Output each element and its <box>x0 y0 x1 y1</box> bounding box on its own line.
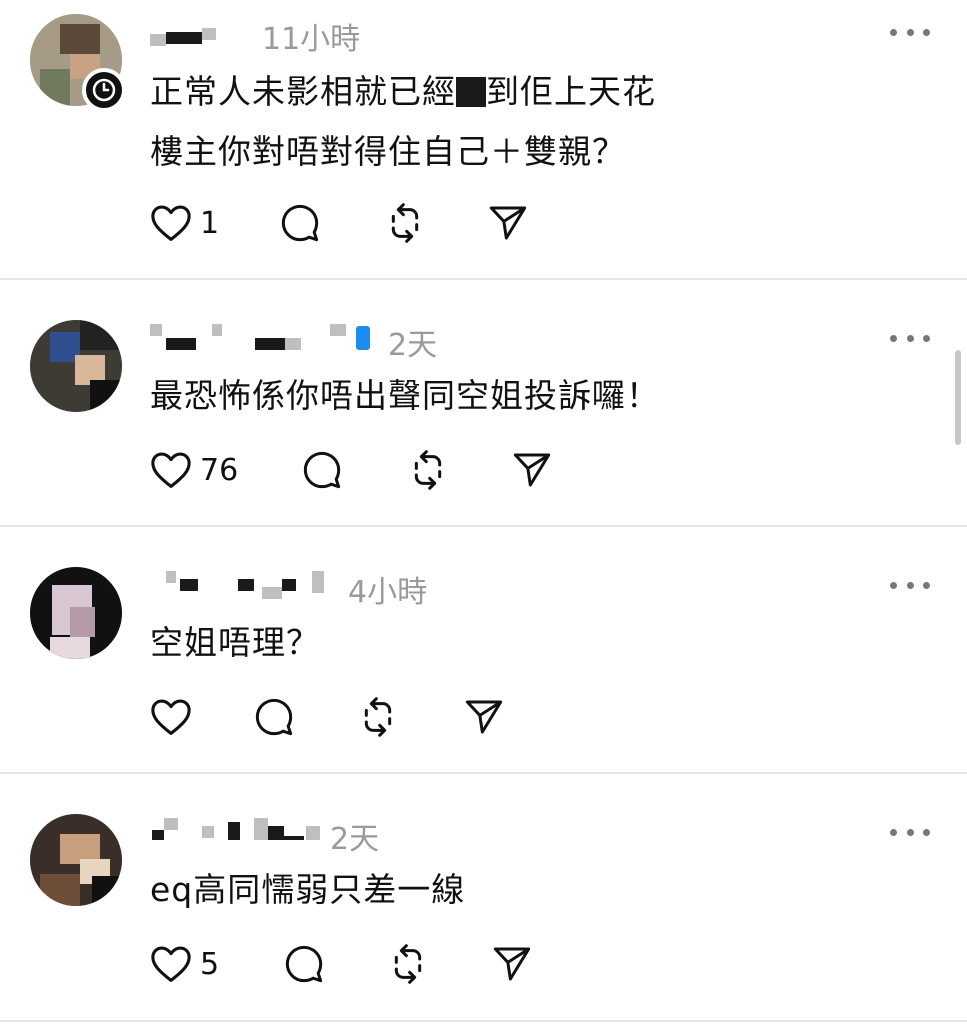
timestamp: 2天 <box>330 822 380 857</box>
divider <box>0 1020 967 1022</box>
comment-text-part: 正常人未影相就已經 <box>150 72 456 111</box>
comment-item: 2天 eq高同懦弱只差一線 5 <box>0 774 967 1024</box>
repost-icon <box>391 203 419 243</box>
more-dots-icon[interactable] <box>890 575 930 595</box>
repost-button[interactable] <box>408 445 448 495</box>
timestamp: 11小時 <box>262 22 361 57</box>
action-bar <box>150 692 530 742</box>
reply-button[interactable] <box>254 692 294 742</box>
comment-text: 正常人未影相就已經 到佢上天花 <box>150 62 656 122</box>
like-button[interactable]: 76 <box>150 445 238 495</box>
avatar[interactable] <box>30 814 122 906</box>
like-count: 1 <box>200 205 220 241</box>
comment-item: 2天 最恐怖係你唔出聲同空姐投訴囉！ 76 <box>0 280 967 525</box>
comment-bubble-icon <box>255 698 293 736</box>
username[interactable] <box>150 28 220 50</box>
heart-icon <box>151 205 191 241</box>
scrollbar[interactable] <box>955 350 961 445</box>
comment-text: 空姐唔理？ <box>150 623 320 662</box>
repost-button[interactable] <box>385 198 425 248</box>
share-button[interactable] <box>492 939 532 989</box>
timestamp: 4小時 <box>348 575 428 610</box>
share-button[interactable] <box>464 692 504 742</box>
action-bar: 76 <box>150 445 570 495</box>
send-icon <box>489 206 527 240</box>
repost-icon <box>394 944 422 984</box>
send-icon <box>493 947 531 981</box>
username[interactable] <box>150 571 330 599</box>
username[interactable] <box>150 818 330 840</box>
comment-text: eq高同懦弱只差一線 <box>150 870 466 909</box>
share-button[interactable] <box>512 445 552 495</box>
comment-item: 4小時 空姐唔理？ <box>0 527 967 772</box>
like-button[interactable]: 5 <box>150 939 219 989</box>
comment-bubble-icon <box>281 204 319 242</box>
redaction-block <box>456 77 486 107</box>
clock-badge <box>82 68 126 112</box>
repost-button[interactable] <box>388 939 428 989</box>
verified-badge <box>356 326 370 350</box>
heart-icon <box>151 452 191 488</box>
username[interactable] <box>150 324 350 350</box>
like-count: 76 <box>200 452 239 488</box>
repost-icon <box>364 697 392 737</box>
repost-icon <box>414 450 442 490</box>
heart-icon <box>151 946 191 982</box>
send-icon <box>513 453 551 487</box>
like-button[interactable]: 1 <box>150 198 219 248</box>
avatar[interactable] <box>30 320 122 412</box>
comment-item: 11小時 正常人未影相就已經 到佢上天花 樓主你對唔對得住自己＋雙親？ 1 <box>0 0 967 278</box>
action-bar: 5 <box>150 939 550 989</box>
reply-button[interactable] <box>284 939 324 989</box>
like-button[interactable] <box>150 692 200 742</box>
comment-text: 最恐怖係你唔出聲同空姐投訴囉！ <box>150 376 660 415</box>
comment-bubble-icon <box>303 451 341 489</box>
comment-text-part: 到佢上天花 <box>486 72 656 111</box>
share-button[interactable] <box>488 198 528 248</box>
clock-icon <box>92 78 116 102</box>
like-count: 5 <box>200 946 220 982</box>
more-dots-icon[interactable] <box>890 822 930 842</box>
comment-text-line2: 樓主你對唔對得住自己＋雙親？ <box>150 132 626 171</box>
reply-button[interactable] <box>280 198 320 248</box>
heart-icon <box>151 699 191 735</box>
avatar[interactable] <box>30 567 122 659</box>
more-dots-icon[interactable] <box>890 22 930 42</box>
comment-bubble-icon <box>285 945 323 983</box>
more-dots-icon[interactable] <box>890 328 930 348</box>
send-icon <box>465 700 503 734</box>
timestamp: 2天 <box>388 328 438 363</box>
reply-button[interactable] <box>302 445 342 495</box>
action-bar: 1 <box>150 198 550 248</box>
repost-button[interactable] <box>358 692 398 742</box>
